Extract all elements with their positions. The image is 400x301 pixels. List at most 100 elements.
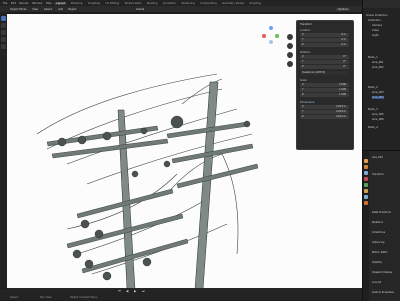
- location-z-field[interactable]: Z0 m: [300, 43, 349, 47]
- status-pan-hint: Pan View: [40, 296, 52, 299]
- select-menu[interactable]: Select: [44, 8, 52, 11]
- gizmo-y-icon[interactable]: [275, 34, 279, 38]
- rotate-tool-icon[interactable]: [1, 37, 6, 42]
- object-name[interactable]: wire_004: [372, 156, 383, 159]
- outliner-item-selected[interactable]: wire_004: [372, 96, 384, 99]
- navigation-gizmo[interactable]: [262, 26, 280, 44]
- properties-editor: wire_004 Transform Delta Transform Relat…: [362, 150, 400, 301]
- outliner-item[interactable]: wire_006: [372, 118, 384, 121]
- jump-end-icon[interactable]: ⏭: [142, 289, 145, 293]
- tab-shading[interactable]: Shading: [145, 2, 160, 5]
- menu-render[interactable]: Render: [18, 2, 29, 5]
- tab-layout[interactable]: Layout: [54, 1, 68, 5]
- section-line-art[interactable]: Line Art: [372, 281, 381, 284]
- pan-icon[interactable]: [287, 43, 293, 49]
- tool-tab-icon[interactable]: [364, 159, 368, 163]
- object-mode-dropdown[interactable]: Object Mode: [10, 8, 26, 11]
- modifier-tab-icon[interactable]: [364, 195, 368, 199]
- move-tool-icon[interactable]: [1, 30, 6, 35]
- outliner-item[interactable]: wire_003: [372, 91, 384, 94]
- options-dropdown[interactable]: Options: [336, 7, 351, 11]
- menu-window[interactable]: Window: [31, 2, 43, 5]
- section-motion-paths[interactable]: Motion Paths: [372, 251, 387, 254]
- menu-edit[interactable]: Edit: [10, 2, 17, 5]
- tab-geometry-nodes[interactable]: Geometry Nodes: [220, 2, 246, 5]
- scene-tab-icon[interactable]: [364, 177, 368, 181]
- dimensions-x-field[interactable]: X 2.013 m: [300, 105, 349, 109]
- zoom-icon[interactable]: [287, 34, 293, 40]
- menu-help[interactable]: Help: [45, 2, 53, 5]
- outliner-item[interactable]: Node_4: [368, 126, 378, 129]
- tab-modeling[interactable]: Modeling: [69, 2, 85, 5]
- view-menu[interactable]: View: [32, 8, 38, 11]
- outliner-item[interactable]: Collection: [368, 19, 381, 22]
- rotation-z-field[interactable]: Z 0°: [300, 65, 349, 69]
- scale-y-field[interactable]: Y 1.000: [300, 88, 349, 92]
- output-tab-icon[interactable]: [364, 171, 368, 175]
- outliner-item[interactable]: Node_1: [368, 56, 378, 59]
- tab-compositing[interactable]: Compositing: [198, 2, 218, 5]
- tab-sculpting[interactable]: Sculpting: [86, 2, 102, 5]
- world-tab-icon[interactable]: [364, 183, 368, 187]
- play-icon[interactable]: ▶: [134, 289, 136, 293]
- section-relations[interactable]: Relations: [372, 221, 383, 224]
- scene-collection-item[interactable]: Scene Collection: [366, 14, 388, 17]
- gizmo-neg-z-icon[interactable]: [269, 40, 273, 44]
- scale-x-field[interactable]: X 1.000: [300, 83, 349, 87]
- status-select-hint: Select: [10, 296, 19, 299]
- outliner-header: [363, 0, 400, 8]
- menu-file[interactable]: File: [2, 2, 8, 5]
- object-menu[interactable]: Object: [68, 8, 76, 11]
- section-viewport-display[interactable]: Viewport Display: [372, 271, 392, 274]
- status-bar: Select Pan View Object Context Menu: [0, 289, 362, 300]
- section-delta-transform[interactable]: Delta Transform: [372, 211, 391, 214]
- tool-shelf: [0, 12, 7, 288]
- rotation-y-field[interactable]: Y 0°: [300, 60, 349, 64]
- status-context-hint: Object Context Menu: [70, 296, 98, 299]
- scale-label: Scale:: [300, 79, 308, 82]
- cursor-tool-icon[interactable]: [1, 23, 6, 28]
- tab-rendering[interactable]: Rendering: [180, 2, 197, 5]
- section-transform[interactable]: Transform: [372, 173, 384, 176]
- properties-tabs: [363, 151, 369, 301]
- section-custom-properties[interactable]: Custom Properties: [372, 291, 394, 294]
- section-collections[interactable]: Collections: [372, 231, 385, 234]
- outliner-item[interactable]: wire_005: [372, 113, 384, 116]
- location-label: Location:: [300, 29, 311, 32]
- transform-orientation-dropdown[interactable]: Global: [136, 8, 144, 11]
- data-tab-icon[interactable]: [364, 201, 368, 205]
- gizmo-x-icon[interactable]: [262, 34, 266, 38]
- camera-view-icon[interactable]: [287, 52, 293, 58]
- object-tab-icon[interactable]: [364, 189, 368, 193]
- outliner-item[interactable]: Node_2: [368, 86, 378, 89]
- section-instancing[interactable]: Instancing: [372, 241, 384, 244]
- scale-tool-icon[interactable]: [1, 44, 6, 49]
- tab-uv-editing[interactable]: UV Editing: [104, 2, 122, 5]
- outliner-item[interactable]: Cube: [372, 29, 379, 32]
- add-menu[interactable]: Add: [58, 8, 63, 11]
- location-y-field[interactable]: Y0 m: [300, 38, 349, 42]
- select-tool-icon[interactable]: [1, 16, 6, 21]
- render-tab-icon[interactable]: [364, 165, 368, 169]
- outliner-item[interactable]: wire_001: [372, 61, 384, 64]
- location-x-field[interactable]: X0 m: [300, 33, 349, 37]
- outliner-item[interactable]: Camera: [372, 24, 382, 27]
- outliner-item[interactable]: wire_002: [372, 66, 384, 69]
- tab-texture-paint[interactable]: Texture Paint: [123, 2, 144, 5]
- tab-animation[interactable]: Animation: [161, 2, 178, 5]
- jump-start-icon[interactable]: ⏮: [118, 289, 121, 293]
- viewport-header: Object Mode View Select Add Object Globa…: [0, 6, 362, 12]
- rotation-mode-dropdown[interactable]: Quaternion (WXYZ): [300, 71, 349, 75]
- section-visibility[interactable]: Visibility: [372, 261, 382, 264]
- gizmo-z-icon[interactable]: [269, 26, 273, 30]
- dimensions-y-field[interactable]: Y 2.013 m: [300, 110, 349, 114]
- scale-z-field[interactable]: Z 1.000: [300, 93, 349, 97]
- outliner-item[interactable]: Light: [372, 34, 378, 37]
- transform-panel-title: Transform: [300, 23, 312, 26]
- outliner-item[interactable]: Node_3: [368, 108, 378, 111]
- perspective-toggle-icon[interactable]: [287, 61, 293, 67]
- play-reverse-icon[interactable]: ◀: [126, 289, 128, 293]
- rotation-x-field[interactable]: X 0°: [300, 55, 349, 59]
- dimensions-z-field[interactable]: Z 2.013 m: [300, 115, 349, 119]
- tab-scripting[interactable]: Scripting: [248, 2, 264, 5]
